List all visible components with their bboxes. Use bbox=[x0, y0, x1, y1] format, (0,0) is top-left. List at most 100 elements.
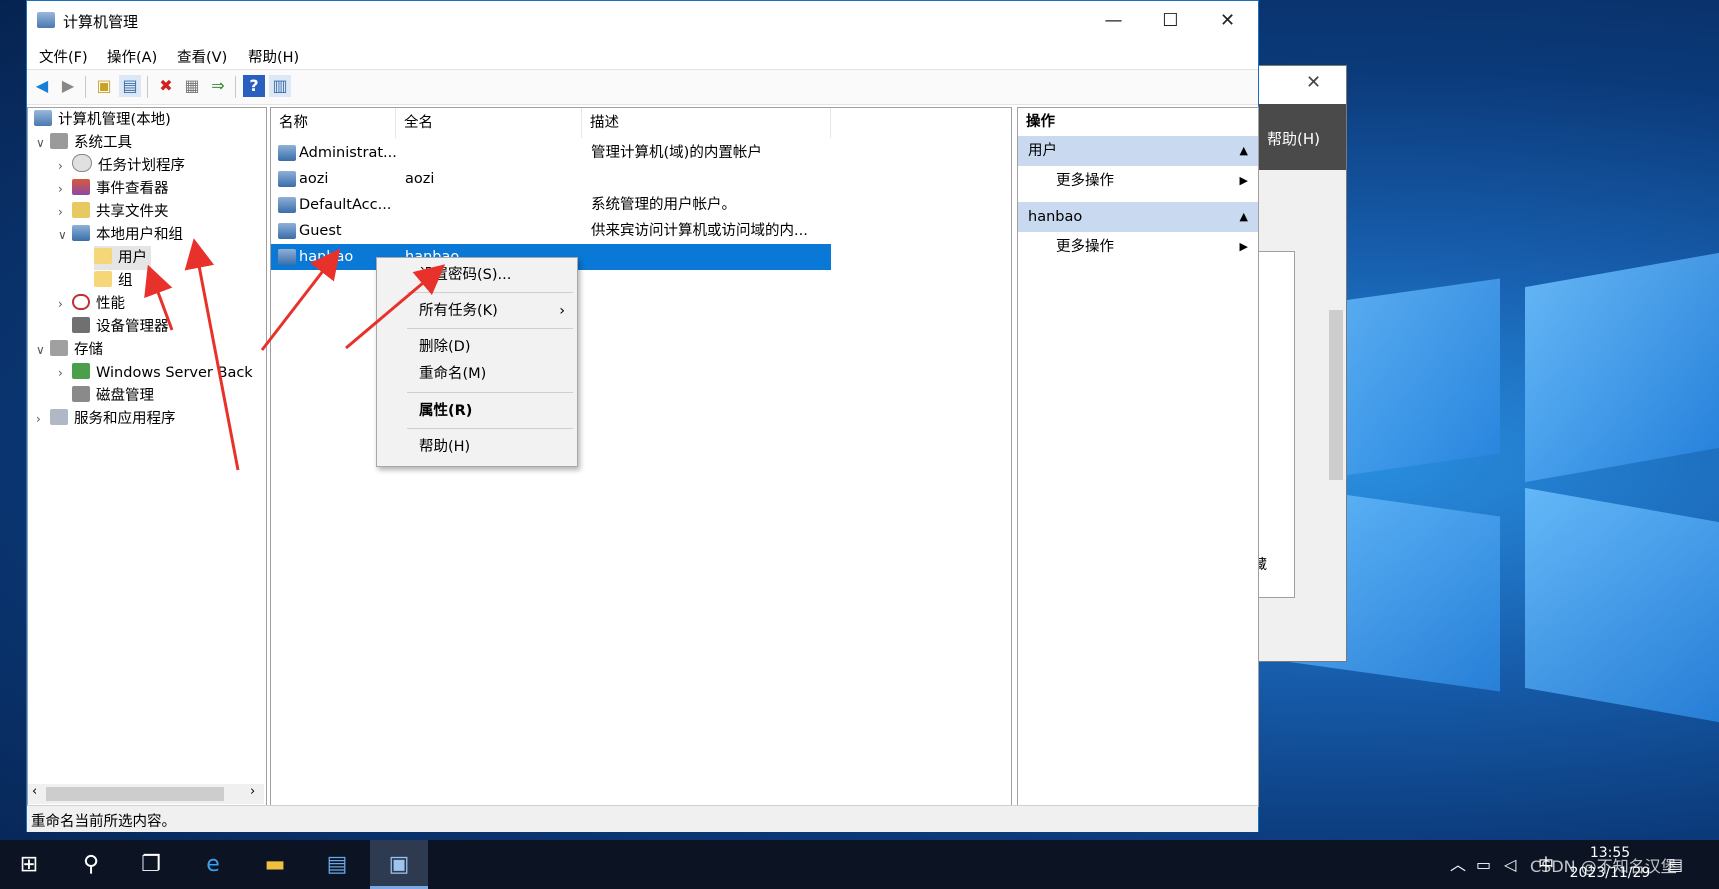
user-name: aozi bbox=[299, 171, 329, 187]
user-description: 管理计算机(域)的内置帐户 bbox=[591, 145, 762, 161]
tree-label: 本地用户和组 bbox=[96, 227, 183, 243]
tree-services-apps[interactable]: › 服务和应用程序 bbox=[36, 407, 176, 431]
vertical-scrollbar[interactable] bbox=[1326, 170, 1346, 660]
tree-performance[interactable]: › 性能 bbox=[58, 292, 125, 316]
menu-rename[interactable]: 重命名(M) bbox=[377, 361, 577, 387]
tree-label: 设备管理器 bbox=[96, 319, 169, 335]
menu-help[interactable]: 帮助(H) bbox=[1267, 128, 1320, 149]
tree-shared-folders[interactable]: › 共享文件夹 bbox=[58, 200, 169, 224]
task-view-icon[interactable]: ❐ bbox=[122, 840, 180, 889]
horizontal-scrollbar[interactable]: ‹ › bbox=[28, 784, 264, 804]
tree-label: 性能 bbox=[96, 296, 125, 312]
column-header-description[interactable]: 描述 bbox=[582, 108, 831, 138]
chevron-down-icon[interactable]: ∨ bbox=[36, 338, 50, 362]
navigation-tree: 计算机管理(本地) ∨ 系统工具 › 任务计划程序 › 事件查看器 › 共享文件夹 ∨ 本… bbox=[27, 107, 267, 807]
internet-explorer-icon[interactable]: e bbox=[184, 840, 242, 889]
properties-icon[interactable]: ▦ bbox=[181, 75, 203, 97]
tree-storage[interactable]: ∨ 存储 bbox=[36, 338, 103, 362]
actions-header: 操作 bbox=[1026, 114, 1055, 130]
title-bar[interactable]: 计算机管理 — ☐ ✕ bbox=[27, 1, 1258, 41]
chevron-up-icon[interactable]: ︿ bbox=[1450, 840, 1466, 889]
menu-delete[interactable]: 删除(D) bbox=[377, 334, 577, 360]
chevron-down-icon[interactable]: ∨ bbox=[58, 223, 72, 247]
tree-label: 事件查看器 bbox=[96, 181, 169, 197]
server-manager-icon[interactable]: ▤ bbox=[308, 840, 366, 889]
tree-groups[interactable]: 组 bbox=[94, 269, 133, 293]
menu-all-tasks[interactable]: 所有任务(K) › bbox=[377, 298, 577, 324]
forward-arrow-icon[interactable]: ▶ bbox=[57, 75, 79, 97]
chevron-right-icon[interactable]: › bbox=[58, 292, 72, 316]
collapse-icon[interactable]: ▲ bbox=[1240, 136, 1248, 166]
delete-icon[interactable]: ✖ bbox=[155, 75, 177, 97]
menu-bar: 文件(F) 操作(A) 查看(V) 帮助(H) bbox=[27, 41, 1258, 69]
scroll-thumb[interactable] bbox=[46, 787, 224, 801]
tree-system-tools[interactable]: ∨ 系统工具 bbox=[36, 131, 132, 155]
menu-help[interactable]: 帮助(H) bbox=[248, 46, 299, 67]
tree-label: 用户 bbox=[118, 250, 147, 266]
tree-device-manager[interactable]: 设备管理器 bbox=[72, 315, 169, 339]
action-pane-icon[interactable]: ▥ bbox=[269, 75, 291, 97]
up-folder-icon[interactable]: ▣ bbox=[93, 75, 115, 97]
show-tree-icon[interactable]: ▤ bbox=[119, 75, 141, 97]
chevron-right-icon: › bbox=[559, 303, 565, 319]
file-explorer-icon[interactable]: ▬ bbox=[246, 840, 304, 889]
tree-root[interactable]: 计算机管理(本地) bbox=[34, 108, 171, 132]
device-manager-icon bbox=[72, 317, 90, 333]
table-row[interactable]: DefaultAcc... 系统管理的用户帐户。 bbox=[271, 192, 831, 218]
actions-section-hanbao[interactable]: hanbao ▲ bbox=[1018, 202, 1258, 232]
menu-properties[interactable]: 属性(R) bbox=[377, 398, 577, 424]
volume-icon[interactable]: ◁ bbox=[1504, 840, 1516, 889]
menu-set-password[interactable]: 设置密码(S)... bbox=[377, 262, 577, 288]
menu-separator bbox=[407, 392, 573, 393]
computer-management-taskbar-icon[interactable]: ▣ bbox=[370, 840, 428, 889]
collapse-icon[interactable]: ▲ bbox=[1240, 202, 1248, 232]
column-header-fullname[interactable]: 全名 bbox=[396, 108, 582, 138]
windows-logo-pane bbox=[1525, 487, 1719, 723]
taskbar: ⊞ ⚲ ❐ e ▬ ▤ ▣ ︿ ▭ ◁ 中 13:55 2023/11/29 ▤ bbox=[0, 840, 1719, 889]
menu-action[interactable]: 操作(A) bbox=[107, 46, 157, 67]
minimize-button[interactable]: — bbox=[1085, 1, 1142, 41]
user-icon bbox=[278, 249, 296, 265]
user-name: Guest bbox=[299, 223, 342, 239]
user-description: 系统管理的用户帐户。 bbox=[591, 197, 736, 213]
scroll-thumb[interactable] bbox=[1329, 310, 1343, 480]
tree-users[interactable]: 用户 bbox=[94, 246, 151, 270]
column-header-name[interactable]: 名称 bbox=[271, 108, 396, 138]
disk-icon bbox=[72, 386, 90, 402]
chevron-right-icon[interactable]: › bbox=[58, 200, 72, 224]
start-windows-icon[interactable]: ⊞ bbox=[0, 840, 58, 889]
actions-section-users[interactable]: 用户 ▲ bbox=[1018, 136, 1258, 166]
network-icon[interactable]: ▭ bbox=[1476, 840, 1491, 889]
tree-local-users-groups[interactable]: ∨ 本地用户和组 bbox=[58, 223, 183, 247]
table-row[interactable]: aozi aozi bbox=[271, 166, 831, 192]
more-actions-hanbao[interactable]: 更多操作 ▶ bbox=[1018, 232, 1258, 262]
chevron-right-icon[interactable]: › bbox=[58, 154, 72, 178]
close-button[interactable]: ✕ bbox=[1199, 1, 1256, 41]
scroll-left-icon[interactable]: ‹ bbox=[32, 784, 37, 799]
search-icon[interactable]: ⚲ bbox=[62, 840, 120, 889]
performance-icon bbox=[72, 294, 90, 310]
status-text: 重命名当前所选内容。 bbox=[31, 814, 176, 830]
table-row[interactable]: Administrat... 管理计算机(域)的内置帐户 bbox=[271, 140, 831, 166]
chevron-right-icon[interactable]: › bbox=[58, 177, 72, 201]
background-window[interactable]: ✕ 帮助(H) 藏 bbox=[1250, 65, 1347, 662]
menu-view[interactable]: 查看(V) bbox=[177, 46, 227, 67]
tree-windows-server-backup[interactable]: › Windows Server Back bbox=[58, 361, 253, 385]
table-row[interactable]: Guest 供来宾访问计算机或访问域的内... bbox=[271, 218, 831, 244]
back-arrow-icon[interactable]: ◀ bbox=[31, 75, 53, 97]
scroll-right-icon[interactable]: › bbox=[250, 784, 255, 799]
backup-icon bbox=[72, 363, 90, 379]
more-actions-users[interactable]: 更多操作 ▶ bbox=[1018, 166, 1258, 196]
close-icon[interactable]: ✕ bbox=[1306, 72, 1321, 93]
tree-disk-management[interactable]: 磁盘管理 bbox=[72, 384, 154, 408]
chevron-right-icon[interactable]: › bbox=[58, 361, 72, 385]
tree-task-scheduler[interactable]: › 任务计划程序 bbox=[58, 154, 185, 178]
chevron-right-icon[interactable]: › bbox=[36, 407, 50, 431]
menu-help[interactable]: 帮助(H) bbox=[377, 434, 577, 460]
export-list-icon[interactable]: ⇒ bbox=[207, 75, 229, 97]
chevron-down-icon[interactable]: ∨ bbox=[36, 131, 50, 155]
tree-event-viewer[interactable]: › 事件查看器 bbox=[58, 177, 169, 201]
maximize-button[interactable]: ☐ bbox=[1142, 1, 1199, 41]
help-icon[interactable]: ? bbox=[243, 75, 265, 97]
menu-file[interactable]: 文件(F) bbox=[39, 46, 88, 67]
